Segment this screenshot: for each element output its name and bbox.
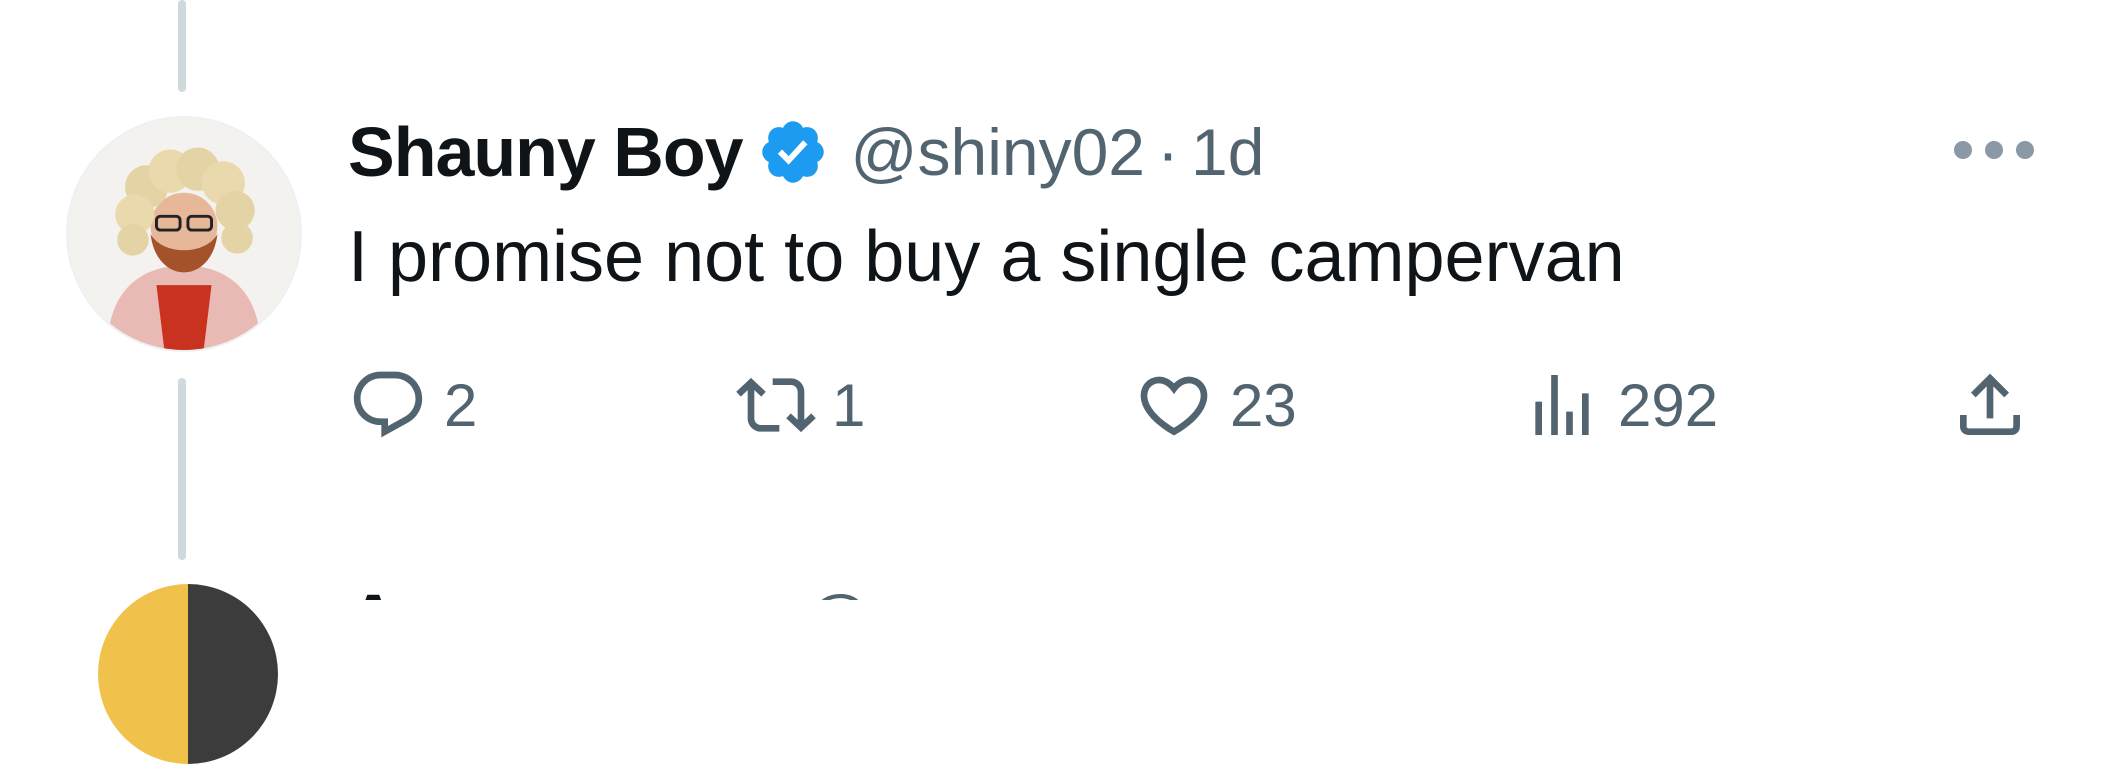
retweet-count: 1 [832, 371, 866, 439]
views-chart-icon [1535, 375, 1589, 435]
author-avatar[interactable] [66, 116, 302, 352]
author-handle[interactable]: @shiny02 [851, 114, 1146, 190]
verified-badge-icon [761, 121, 824, 183]
share-icon [1960, 373, 2020, 435]
tweet-timestamp[interactable]: 1d [1191, 114, 1264, 190]
thread-connector-line-bottom [178, 378, 186, 560]
like-button[interactable]: 23 [1134, 362, 1297, 448]
like-count: 23 [1230, 371, 1297, 439]
separator-dot: · [1157, 115, 1180, 189]
next-author-name[interactable]: A [348, 584, 399, 600]
retweet-icon [736, 377, 816, 433]
next-author-avatar[interactable] [98, 584, 278, 764]
retweet-button[interactable]: 1 [736, 362, 865, 448]
views-count: 292 [1618, 371, 1719, 439]
more-options-icon [1954, 141, 1972, 159]
tweet-text: I promise not to buy a single campervan [348, 217, 1625, 297]
reply-button[interactable]: 2 [348, 362, 477, 448]
more-options-button[interactable] [1954, 126, 2034, 174]
reply-count: 2 [444, 371, 478, 439]
views-button[interactable]: 292 [1522, 362, 1718, 448]
author-name[interactable]: Shauny Boy [348, 112, 744, 192]
reply-icon [353, 371, 423, 438]
avatar-image [68, 118, 300, 350]
next-tweet-header: A @ [348, 584, 2048, 600]
thread-connector-line-top [178, 0, 186, 92]
more-options-icon [2016, 141, 2034, 159]
heart-icon [1140, 376, 1208, 436]
share-button[interactable] [1950, 362, 2030, 448]
next-author-handle[interactable]: @ [804, 584, 871, 600]
more-options-icon [1985, 141, 2003, 159]
tweet-header: Shauny Boy @shiny02 · 1d [348, 112, 1264, 192]
